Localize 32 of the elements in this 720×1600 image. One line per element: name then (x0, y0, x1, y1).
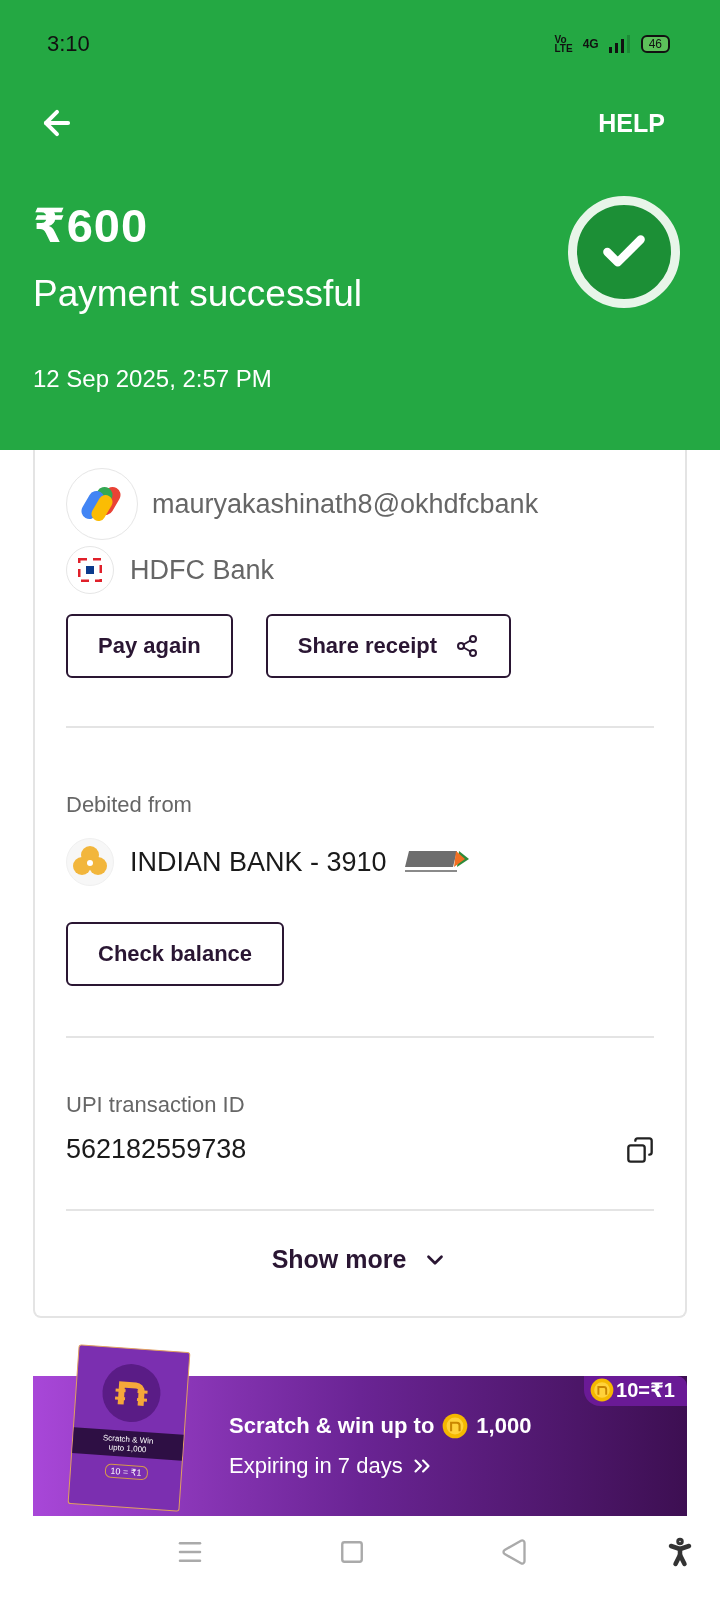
debit-account: INDIAN BANK - 3910 (130, 846, 387, 878)
share-icon (455, 634, 480, 658)
payment-datetime: 12 Sep 2025, 2:57 PM (33, 365, 273, 393)
coin-rate-badge: 10=₹1 (584, 1376, 687, 1406)
share-receipt-button[interactable]: Share receipt (265, 614, 512, 678)
recipient-bank: HDFC Bank (130, 554, 275, 586)
show-more-button[interactable]: Show more (271, 1245, 449, 1274)
coin-icon (590, 1378, 615, 1402)
transaction-id: 562182559738 (66, 1134, 247, 1165)
coin-icon (442, 1413, 469, 1439)
bank-logo-icon (66, 546, 114, 594)
promo-banner[interactable]: Scratch & Win upto 1,000 10 = ₹1 Scratch & win up to 1,000 Expiring in 7 days 10=₹1 (33, 1346, 687, 1516)
transaction-id-label: UPI transaction ID (66, 1092, 246, 1118)
status-time: 3:10 (47, 31, 90, 57)
battery-indicator: 46 (640, 35, 670, 53)
debited-from-label: Debited from (66, 792, 193, 818)
home-button[interactable] (339, 1539, 366, 1565)
back-nav-button[interactable] (499, 1538, 528, 1566)
signal-icon (608, 35, 631, 53)
payment-status: Payment successful (33, 273, 363, 315)
copy-button[interactable] (626, 1135, 654, 1164)
recipient-upi-id: mauryakashinath8@okhdfcbank (152, 488, 539, 520)
check-balance-button[interactable]: Check balance (66, 922, 285, 986)
payment-amount: ₹600 (33, 198, 150, 253)
volte-label: Vo LTE (554, 35, 573, 53)
bank-logo-icon (66, 838, 114, 886)
pay-again-button[interactable]: Pay again (66, 614, 233, 678)
promo-amount: 1,000 (476, 1413, 532, 1439)
promo-expiry: Expiring in 7 days (229, 1453, 403, 1479)
promo-title: Scratch & win up to (229, 1413, 435, 1439)
scratch-card-drawing: Scratch & Win upto 1,000 10 = ₹1 (67, 1344, 191, 1512)
network-label: 4G (582, 37, 599, 51)
